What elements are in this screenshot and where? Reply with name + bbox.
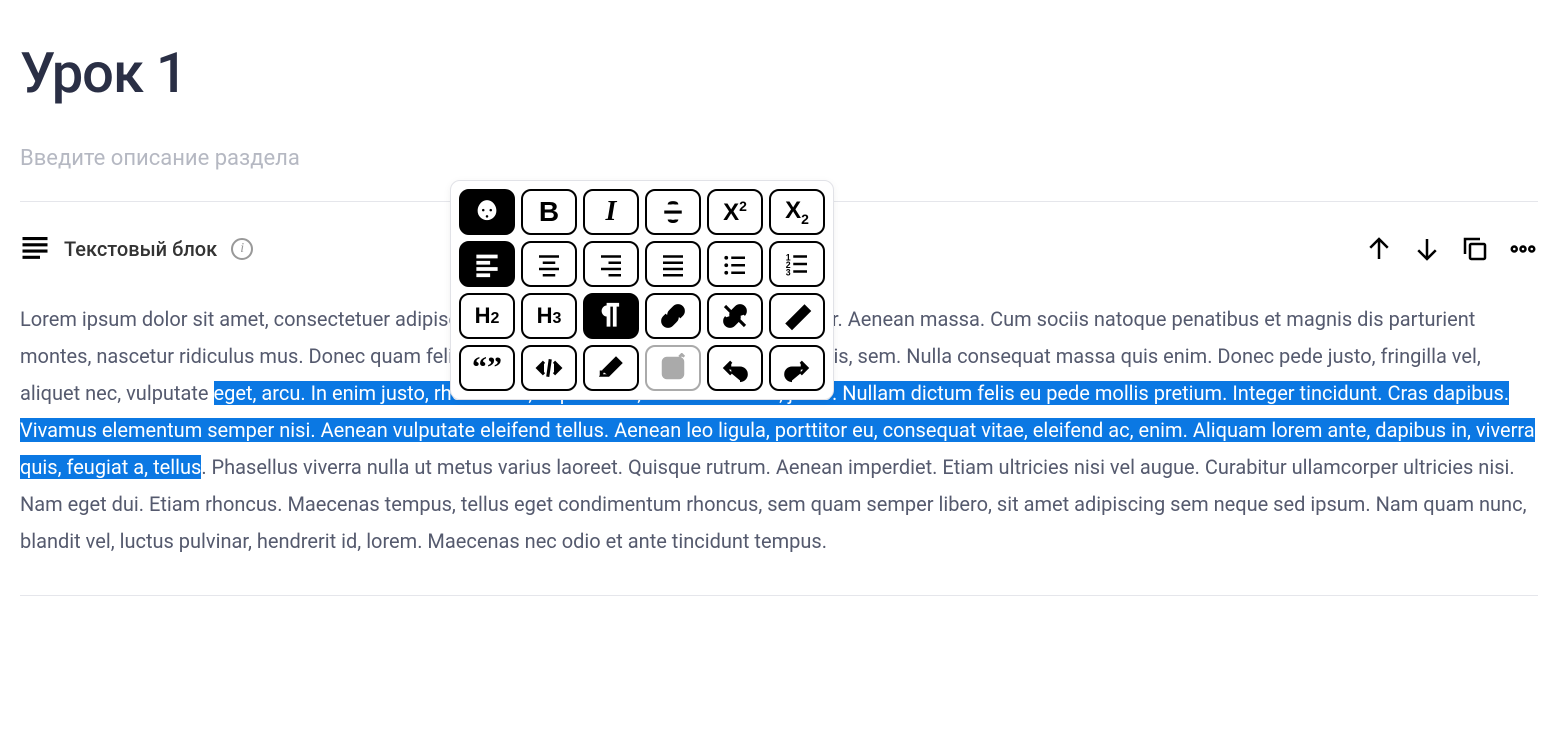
- move-down-button[interactable]: [1412, 234, 1442, 264]
- align-justify-button[interactable]: [645, 241, 701, 287]
- formatting-toolbar: B I X2 X2 123 H2 H3 “”: [450, 180, 834, 400]
- h2-button[interactable]: H2: [459, 293, 515, 339]
- page-title[interactable]: Урок 1: [20, 40, 1538, 106]
- block-type-label: Текстовый блок: [64, 237, 217, 261]
- unlink-button[interactable]: [707, 293, 763, 339]
- superscript-button[interactable]: X2: [707, 189, 763, 235]
- content-after: . Phasellus viverra nulla ut metus variu…: [20, 455, 1527, 553]
- bold-button[interactable]: B: [521, 189, 577, 235]
- description-input[interactable]: Введите описание раздела: [20, 146, 1538, 171]
- bullet-list-button[interactable]: [707, 241, 763, 287]
- paragraph-button[interactable]: [583, 293, 639, 339]
- block-end-divider: [20, 595, 1538, 596]
- italic-button[interactable]: I: [583, 189, 639, 235]
- h3-button[interactable]: H3: [521, 293, 577, 339]
- align-center-button[interactable]: [521, 241, 577, 287]
- code-button[interactable]: [521, 345, 577, 391]
- numbered-list-button[interactable]: 123: [769, 241, 825, 287]
- undo-button[interactable]: [707, 345, 763, 391]
- insert-button[interactable]: [645, 345, 701, 391]
- strikethrough-button[interactable]: [645, 189, 701, 235]
- align-left-button[interactable]: [459, 241, 515, 287]
- color-button[interactable]: [459, 189, 515, 235]
- subscript-button[interactable]: X2: [769, 189, 825, 235]
- erase-button[interactable]: [583, 345, 639, 391]
- text-block-icon: [20, 232, 50, 266]
- redo-button[interactable]: [769, 345, 825, 391]
- info-icon[interactable]: i: [231, 238, 253, 260]
- link-button[interactable]: [645, 293, 701, 339]
- copy-button[interactable]: [1460, 234, 1490, 264]
- quote-button[interactable]: “”: [459, 345, 515, 391]
- clear-format-button[interactable]: [769, 293, 825, 339]
- more-button[interactable]: [1508, 234, 1538, 264]
- align-right-button[interactable]: [583, 241, 639, 287]
- move-up-button[interactable]: [1364, 234, 1394, 264]
- svg-text:3: 3: [786, 267, 791, 277]
